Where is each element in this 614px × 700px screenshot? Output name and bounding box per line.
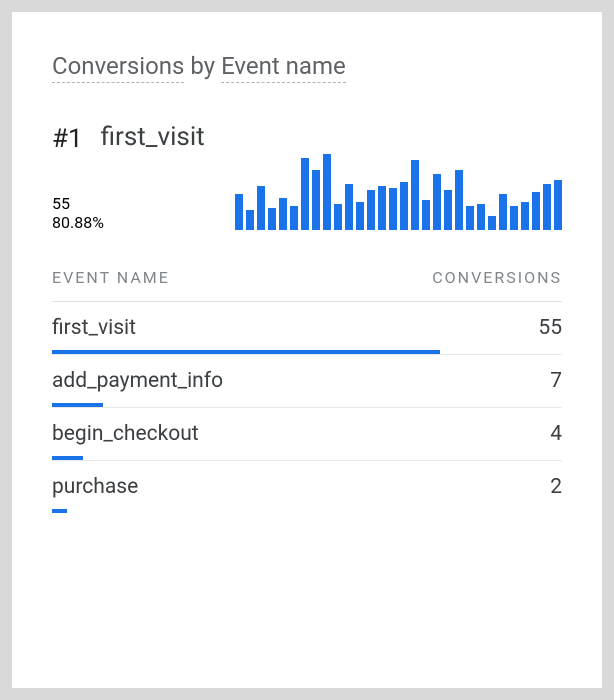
hero-value: 55 bbox=[52, 194, 104, 213]
sparkline-bar bbox=[499, 194, 507, 230]
sparkline-bar bbox=[510, 206, 518, 230]
hero-rank: #1 bbox=[52, 122, 83, 154]
table-header: EVENT NAME CONVERSIONS bbox=[52, 268, 562, 302]
sparkline-bar bbox=[444, 190, 452, 230]
sparkline-bar bbox=[477, 204, 485, 230]
row-event-name: first_visit bbox=[52, 316, 136, 340]
table-row-line: begin_checkout 4 bbox=[52, 422, 562, 446]
row-bar-track bbox=[52, 403, 562, 407]
sparkline-bar bbox=[312, 170, 320, 230]
table-row-line: purchase 2 bbox=[52, 475, 562, 499]
sparkline-bar bbox=[389, 188, 397, 230]
sparkline-bar bbox=[488, 216, 496, 230]
hero-section: #1 first_visit bbox=[52, 122, 562, 154]
row-conversions: 7 bbox=[550, 369, 562, 393]
row-bar bbox=[52, 403, 103, 407]
sparkline-bar bbox=[367, 190, 375, 230]
sparkline-bar bbox=[532, 192, 540, 230]
sparkline-bar bbox=[400, 182, 408, 230]
title-metric[interactable]: Conversions bbox=[52, 52, 184, 83]
event-table: EVENT NAME CONVERSIONS first_visit 55 add_… bbox=[52, 268, 562, 513]
row-conversions: 4 bbox=[550, 422, 562, 446]
sparkline-bar bbox=[279, 198, 287, 230]
sparkline-bar bbox=[466, 206, 474, 230]
sparkline-bar bbox=[246, 210, 254, 230]
sparkline-bar bbox=[378, 186, 386, 230]
row-conversions: 55 bbox=[538, 316, 562, 340]
sparkline-bar bbox=[433, 174, 441, 230]
sparkline-bar bbox=[235, 194, 243, 230]
sparkline-bar bbox=[554, 180, 562, 230]
sparkline-bar bbox=[290, 206, 298, 230]
sparkline-bar bbox=[268, 208, 276, 230]
title-mid: by bbox=[184, 52, 221, 80]
sparkline-bar bbox=[257, 186, 265, 230]
sparkline-bar bbox=[323, 154, 331, 230]
row-event-name: add_payment_info bbox=[52, 369, 223, 393]
row-bar bbox=[52, 456, 83, 460]
row-bar bbox=[52, 350, 440, 354]
table-row[interactable]: add_payment_info 7 bbox=[52, 355, 562, 408]
col-conversions: CONVERSIONS bbox=[432, 268, 562, 287]
card-title: Conversions by Event name bbox=[52, 52, 562, 80]
row-bar-track bbox=[52, 456, 562, 460]
hero-event-name: first_visit bbox=[101, 122, 205, 152]
row-conversions: 2 bbox=[550, 475, 562, 499]
row-bar bbox=[52, 509, 67, 513]
table-row[interactable]: begin_checkout 4 bbox=[52, 408, 562, 461]
table-row-line: first_visit 55 bbox=[52, 316, 562, 340]
sparkline-bar bbox=[356, 202, 364, 230]
sparkline-bar bbox=[411, 160, 419, 230]
hero-metrics: 55 80.88% bbox=[52, 194, 104, 232]
sparkline-chart bbox=[235, 154, 562, 230]
analytics-card: Conversions by Event name #1 first_visit… bbox=[12, 12, 602, 688]
col-event-name: EVENT NAME bbox=[52, 268, 170, 287]
row-bar-track bbox=[52, 350, 562, 354]
sparkline-bar bbox=[543, 184, 551, 230]
table-row[interactable]: first_visit 55 bbox=[52, 302, 562, 355]
row-bar-track bbox=[52, 509, 562, 513]
table-body: first_visit 55 add_payment_info 7 begin_chec… bbox=[52, 302, 562, 513]
hero-pct: 80.88% bbox=[52, 213, 104, 232]
table-row-line: add_payment_info 7 bbox=[52, 369, 562, 393]
sparkline-bar bbox=[521, 202, 529, 230]
sparkline-bar bbox=[345, 184, 353, 230]
row-event-name: purchase bbox=[52, 475, 138, 499]
table-row[interactable]: purchase 2 bbox=[52, 461, 562, 513]
sparkline-bar bbox=[301, 158, 309, 230]
hero-metrics-row: 55 80.88% bbox=[52, 154, 562, 232]
sparkline-bar bbox=[455, 170, 463, 230]
sparkline-bar bbox=[334, 204, 342, 230]
sparkline-bar bbox=[422, 200, 430, 230]
title-dimension[interactable]: Event name bbox=[221, 52, 346, 83]
row-event-name: begin_checkout bbox=[52, 422, 199, 446]
